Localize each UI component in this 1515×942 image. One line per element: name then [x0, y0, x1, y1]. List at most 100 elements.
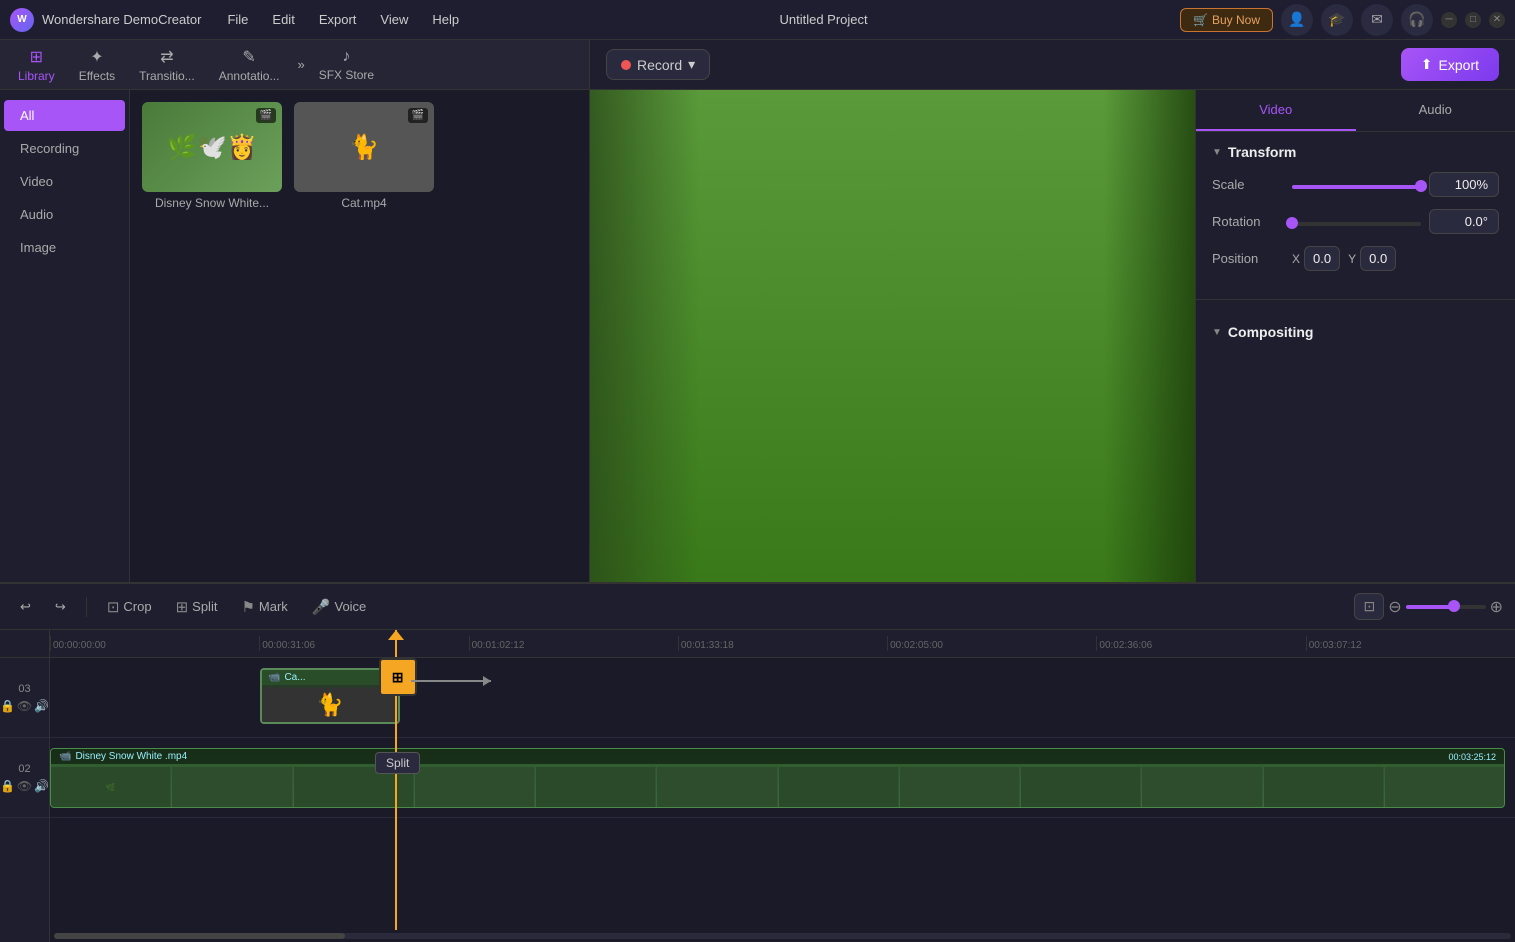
- project-title: Untitled Project: [475, 12, 1172, 27]
- ruler-label-space: [0, 630, 49, 658]
- app-title: Wondershare DemoCreator: [42, 12, 201, 27]
- transform-header[interactable]: ▼ Transform: [1212, 144, 1499, 160]
- track-02-lock-button[interactable]: 🔒: [0, 779, 15, 793]
- scrollbar-thumb[interactable]: [54, 933, 345, 939]
- sidebar-item-all[interactable]: All: [4, 100, 125, 131]
- menu-view[interactable]: View: [372, 8, 416, 31]
- record-dot-icon: [621, 60, 631, 70]
- position-y-value[interactable]: 0.0: [1360, 246, 1396, 271]
- track-03-eye-button[interactable]: 👁: [17, 699, 32, 713]
- redo-button[interactable]: ↪: [47, 595, 74, 619]
- tab-library-label: Library: [18, 69, 55, 83]
- zoom-in-button[interactable]: ⊕: [1490, 597, 1503, 617]
- menu-help[interactable]: Help: [424, 8, 467, 31]
- compositing-header[interactable]: ▼ Compositing: [1212, 324, 1499, 340]
- tab-effects[interactable]: ✦ Effects: [69, 41, 125, 89]
- position-y-item: Y 0.0: [1348, 246, 1396, 271]
- voice-label: Voice: [334, 599, 366, 614]
- frame-2: [172, 767, 292, 807]
- track-02-controls: 🔒 👁 🔊: [0, 779, 49, 793]
- fit-timeline-button[interactable]: ⊡: [1354, 593, 1384, 620]
- props-tab-audio[interactable]: Audio: [1356, 90, 1515, 131]
- track-03-lock-button[interactable]: 🔒: [0, 699, 15, 713]
- section-divider: [1196, 299, 1515, 300]
- ruler-mark-4: 00:02:05:00: [887, 636, 1096, 651]
- minimize-button[interactable]: ─: [1441, 12, 1457, 28]
- split-arrow-container: [411, 680, 491, 682]
- disney-clip[interactable]: 📹 Disney Snow White .mp4 00:03:25:12 🌿: [50, 748, 1505, 808]
- disney-clip-name: Disney Snow White .mp4: [75, 751, 187, 762]
- props-tabs: Video Audio: [1196, 90, 1515, 132]
- voice-button[interactable]: 🎤 Voice: [304, 594, 375, 620]
- rotation-slider-track[interactable]: [1292, 222, 1421, 226]
- frame-7: [779, 767, 899, 807]
- zoom-out-button[interactable]: ⊖: [1388, 597, 1401, 617]
- media-item-cat[interactable]: 🐈 🎬 Cat.mp4: [294, 102, 434, 210]
- disney-clip-end-time: 00:03:25:12: [1448, 752, 1496, 762]
- track-03-controls: 🔒 👁 🔊: [0, 699, 49, 713]
- transform-section: ▼ Transform Scale 100%: [1196, 132, 1515, 295]
- media-item-disney[interactable]: 🌿🕊️👸 🎬 Disney Snow White...: [142, 102, 282, 210]
- export-label: Export: [1439, 57, 1479, 73]
- tab-sfxstore[interactable]: ♪ SFX Store: [309, 42, 384, 88]
- split-button[interactable]: ⊞ Split: [168, 594, 226, 620]
- sidebar-item-image[interactable]: Image: [4, 232, 125, 263]
- scale-slider-thumb[interactable]: [1415, 180, 1427, 192]
- tab-library[interactable]: ⊞ Library: [8, 41, 65, 89]
- ruler-mark-3: 00:01:33:18: [678, 636, 887, 651]
- timeline-toolbar: ↩ ↪ ⊡ Crop ⊞ Split ⚑ Mark 🎤 Voice ⊡ ⊖ ⊕: [0, 584, 1515, 630]
- disney-label: Disney Snow White...: [142, 196, 282, 210]
- buy-now-button[interactable]: 🛒 Buy Now: [1180, 8, 1273, 32]
- ruler-mark-1: 00:00:31:06: [259, 636, 468, 651]
- scrollbar-track[interactable]: [54, 933, 1511, 939]
- maximize-button[interactable]: □: [1465, 12, 1481, 28]
- crop-label: Crop: [123, 599, 151, 614]
- menu-export[interactable]: Export: [311, 8, 365, 31]
- sidebar-item-video[interactable]: Video: [4, 166, 125, 197]
- track-02-mute-button[interactable]: 🔊: [34, 779, 49, 793]
- tracks-body: 📹 Ca... 🐈 📹: [50, 658, 1515, 930]
- export-icon: ⬆: [1421, 56, 1433, 73]
- position-x-value[interactable]: 0.0: [1304, 246, 1340, 271]
- close-button[interactable]: ✕: [1489, 12, 1505, 28]
- disney-thumbnail: 🌿🕊️👸 🎬: [142, 102, 282, 192]
- learn-button[interactable]: 🎓: [1321, 4, 1353, 36]
- track-02-number: 02: [18, 763, 30, 775]
- ruler-marks-container: 00:00:00:00 00:00:31:06 00:01:02:12 00:0…: [50, 636, 1515, 651]
- rotation-slider-thumb[interactable]: [1286, 217, 1298, 229]
- zoom-slider-thumb[interactable]: [1448, 600, 1460, 612]
- sidebar-item-audio[interactable]: Audio: [4, 199, 125, 230]
- position-x-item: X 0.0: [1292, 246, 1340, 271]
- preview-header: Record ▾ ⬆ Export: [590, 40, 1515, 90]
- record-button[interactable]: Record ▾: [606, 49, 710, 80]
- cart-icon: 🛒: [1193, 13, 1208, 27]
- transform-chevron-icon: ▼: [1212, 147, 1222, 158]
- scale-row: Scale 100%: [1212, 172, 1499, 197]
- zoom-slider-fill: [1406, 605, 1454, 609]
- scale-value[interactable]: 100%: [1429, 172, 1499, 197]
- record-dropdown-icon: ▾: [688, 56, 695, 73]
- split-tool-icon[interactable]: ⊞: [379, 658, 417, 696]
- profile-button[interactable]: 👤: [1281, 4, 1313, 36]
- track-03-row: 📹 Ca... 🐈: [50, 658, 1515, 738]
- export-button[interactable]: ⬆ Export: [1401, 48, 1499, 81]
- props-tab-video[interactable]: Video: [1196, 90, 1356, 131]
- undo-button[interactable]: ↩: [12, 595, 39, 619]
- track-02-eye-button[interactable]: 👁: [17, 779, 32, 793]
- tab-more-icon[interactable]: »: [297, 57, 304, 72]
- crop-button[interactable]: ⊡ Crop: [99, 594, 160, 620]
- rotation-row: Rotation 0.0°: [1212, 209, 1499, 234]
- menu-file[interactable]: File: [219, 8, 256, 31]
- zoom-slider-track[interactable]: [1406, 605, 1486, 609]
- rotation-value[interactable]: 0.0°: [1429, 209, 1499, 234]
- mark-button[interactable]: ⚑ Mark: [233, 594, 295, 620]
- sidebar-item-recording[interactable]: Recording: [4, 133, 125, 164]
- track-03-mute-button[interactable]: 🔊: [34, 699, 49, 713]
- tab-transitions[interactable]: ⇄ Transitio...: [129, 41, 205, 89]
- tab-annotations[interactable]: ✎ Annotatio...: [209, 41, 290, 89]
- menu-edit[interactable]: Edit: [264, 8, 302, 31]
- headset-button[interactable]: 🎧: [1401, 4, 1433, 36]
- mail-button[interactable]: ✉: [1361, 4, 1393, 36]
- menu-bar: W Wondershare DemoCreator File Edit Expo…: [0, 0, 1515, 40]
- scale-slider-track[interactable]: [1292, 185, 1421, 189]
